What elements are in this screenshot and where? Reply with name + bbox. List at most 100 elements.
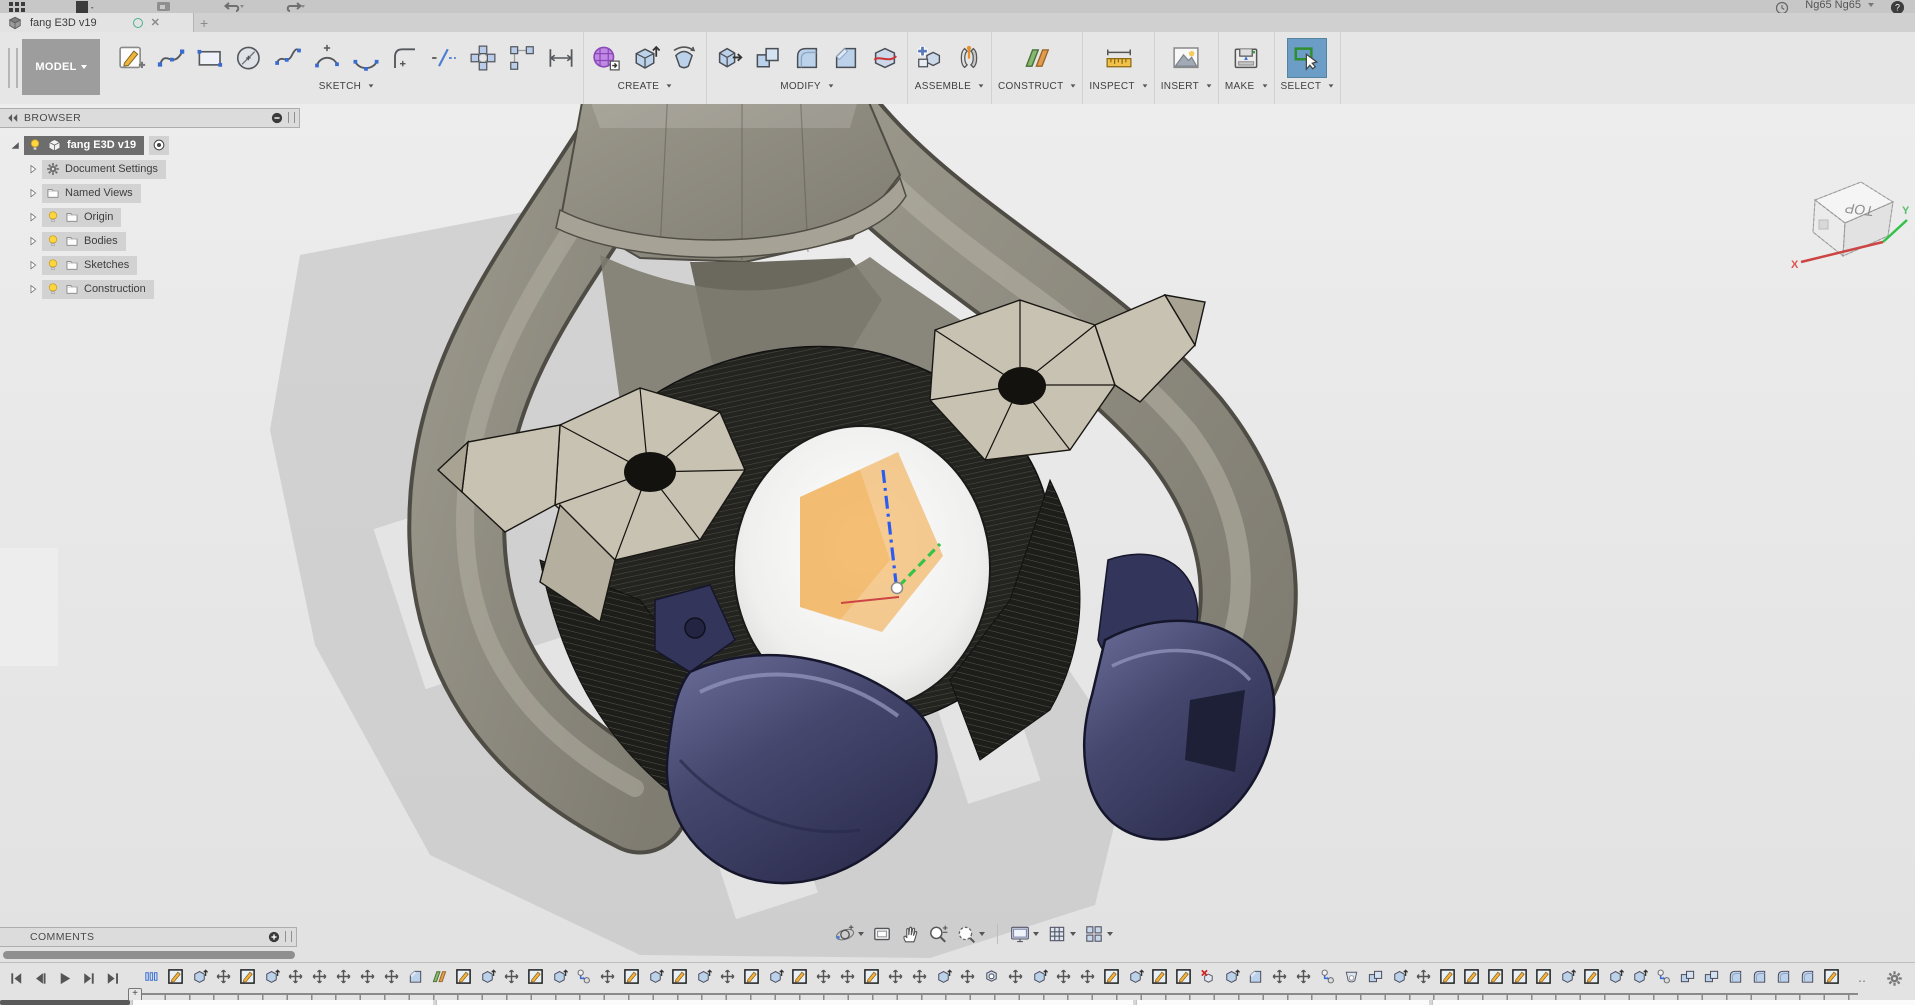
extrude-icon[interactable] xyxy=(629,39,661,77)
timeline-feature-revolve[interactable] xyxy=(982,967,1000,985)
timeline-feature-sketch[interactable] xyxy=(454,967,472,985)
timeline-feature-extrude[interactable] xyxy=(1390,967,1408,985)
menu-insert[interactable]: INSERT xyxy=(1161,81,1212,92)
combine-icon[interactable] xyxy=(752,39,784,77)
timeline-feature-move[interactable] xyxy=(838,967,856,985)
timeline-scrollbar[interactable] xyxy=(3,951,295,959)
browser-item-construction[interactable]: Construction xyxy=(0,279,300,299)
timeline-feature-sketch[interactable] xyxy=(1822,967,1840,985)
timeline-feature-extrude[interactable] xyxy=(1126,967,1144,985)
timeline-feature-sketch[interactable] xyxy=(1174,967,1192,985)
window-zoom-tool-button[interactable] xyxy=(953,922,988,946)
user-account-menu[interactable]: Ng65 Ng65 xyxy=(1805,0,1874,11)
timeline-feature-move[interactable] xyxy=(598,967,616,985)
chevron-down-icon[interactable] xyxy=(858,932,864,936)
timeline-feature-extrude[interactable] xyxy=(934,967,952,985)
job-status-icon[interactable] xyxy=(1775,1,1789,13)
expand-triangle-icon[interactable] xyxy=(24,235,42,248)
collapse-panel-icon[interactable] xyxy=(5,112,20,124)
timeline-feature-move[interactable] xyxy=(1078,967,1096,985)
timeline-feature-extrude[interactable] xyxy=(1606,967,1624,985)
expand-triangle-icon[interactable] xyxy=(24,211,42,224)
timeline-feature-extrude[interactable] xyxy=(262,967,280,985)
revolve-icon[interactable] xyxy=(668,39,700,77)
timeline-feature-group[interactable] xyxy=(142,967,160,985)
timeline-feature-fillet[interactable] xyxy=(1726,967,1744,985)
chevron-down-icon[interactable] xyxy=(1070,932,1076,936)
timeline-feature-move[interactable] xyxy=(910,967,928,985)
timeline-feature-move[interactable] xyxy=(214,967,232,985)
timeline-feature-extrude[interactable] xyxy=(766,967,784,985)
sketch-dimension-icon[interactable] xyxy=(545,39,577,77)
viewports-tool-button[interactable] xyxy=(1081,922,1116,946)
timeline-feature-combine[interactable] xyxy=(1702,967,1720,985)
expand-triangle-icon[interactable] xyxy=(24,163,42,176)
timeline-feature-sketch[interactable] xyxy=(1582,967,1600,985)
timeline-feature-sketch[interactable] xyxy=(1534,967,1552,985)
undo-icon[interactable] xyxy=(222,1,246,13)
expand-triangle-icon[interactable] xyxy=(24,187,42,200)
menu-select[interactable]: SELECT xyxy=(1281,81,1335,92)
panel-drag-handle[interactable] xyxy=(285,931,292,942)
timeline-feature-sketch[interactable] xyxy=(238,967,256,985)
tab-close-icon[interactable]: ✕ xyxy=(151,16,160,29)
browser-item-origin[interactable]: Origin xyxy=(0,207,300,227)
timeline-feature-move[interactable] xyxy=(958,967,976,985)
timeline-feature-extrude[interactable] xyxy=(1630,967,1648,985)
joint-icon[interactable] xyxy=(953,39,985,77)
timeline-feature-move[interactable] xyxy=(718,967,736,985)
export-icon[interactable] xyxy=(156,1,172,13)
timeline-feature-sketch[interactable] xyxy=(166,967,184,985)
trim-icon[interactable] xyxy=(428,39,460,77)
timeline-feature-joint[interactable] xyxy=(574,967,592,985)
timeline-feature-sketch[interactable] xyxy=(790,967,808,985)
timeline-feature-sketch[interactable] xyxy=(1462,967,1480,985)
expand-triangle-icon[interactable] xyxy=(6,139,24,152)
pan-tool-button[interactable] xyxy=(897,922,923,946)
create-sketch-icon[interactable] xyxy=(116,39,148,77)
timeline-feature-joint[interactable] xyxy=(1654,967,1672,985)
timeline-feature-move[interactable] xyxy=(1006,967,1024,985)
timeline-feature-sketch[interactable] xyxy=(862,967,880,985)
timeline-feature-sketch[interactable] xyxy=(670,967,688,985)
orbit-tool-button[interactable] xyxy=(832,922,867,946)
timeline-feature-plane[interactable] xyxy=(430,967,448,985)
timeline-feature-chamfer[interactable] xyxy=(406,967,424,985)
timeline-feature-sketch[interactable] xyxy=(1102,967,1120,985)
timeline-feature-extrude[interactable] xyxy=(1030,967,1048,985)
expand-triangle-icon[interactable] xyxy=(24,283,42,296)
redo-icon[interactable] xyxy=(282,1,306,13)
help-menu[interactable]: ? xyxy=(1890,0,1905,13)
form-icon[interactable] xyxy=(590,39,622,77)
timeline-feature-extrude[interactable] xyxy=(190,967,208,985)
timeline-feature-extrude[interactable] xyxy=(1558,967,1576,985)
select-icon[interactable] xyxy=(1287,38,1328,78)
three-point-arc-icon[interactable] xyxy=(350,39,382,77)
timeline-feature-fillet[interactable] xyxy=(1798,967,1816,985)
panel-drag-handle[interactable] xyxy=(288,112,295,123)
rectangle-icon[interactable] xyxy=(194,39,226,77)
scroll-handle[interactable] xyxy=(0,1000,130,1005)
timeline-feature-move[interactable] xyxy=(286,967,304,985)
display-settings-tool-button[interactable] xyxy=(1007,922,1042,946)
timeline-go-to-start-button[interactable] xyxy=(6,968,26,988)
bulb-visibility-icon[interactable] xyxy=(46,210,60,224)
timeline-feature-sketch[interactable] xyxy=(1486,967,1504,985)
press-pull-icon[interactable] xyxy=(713,39,745,77)
chevron-down-icon[interactable] xyxy=(1033,932,1039,936)
panel-minimize-icon[interactable] xyxy=(271,112,283,124)
menu-assemble[interactable]: ASSEMBLE xyxy=(915,81,984,92)
timeline-feature-extrude[interactable] xyxy=(1222,967,1240,985)
save-icon[interactable] xyxy=(72,1,98,13)
timeline-feature-sketch[interactable] xyxy=(1150,967,1168,985)
circle-icon[interactable] xyxy=(233,39,265,77)
split-body-icon[interactable] xyxy=(869,39,901,77)
comments-panel-header[interactable]: COMMENTS xyxy=(0,927,297,947)
measure-icon[interactable] xyxy=(1103,39,1135,77)
timeline-feature-sketch[interactable] xyxy=(742,967,760,985)
timeline-go-to-end-button[interactable] xyxy=(102,968,122,988)
chamfer-icon[interactable] xyxy=(830,39,862,77)
timeline-step-back-button[interactable] xyxy=(30,968,50,988)
timeline-overflow[interactable]: ‥ xyxy=(1858,971,1867,985)
timeline-feature-move[interactable] xyxy=(1270,967,1288,985)
